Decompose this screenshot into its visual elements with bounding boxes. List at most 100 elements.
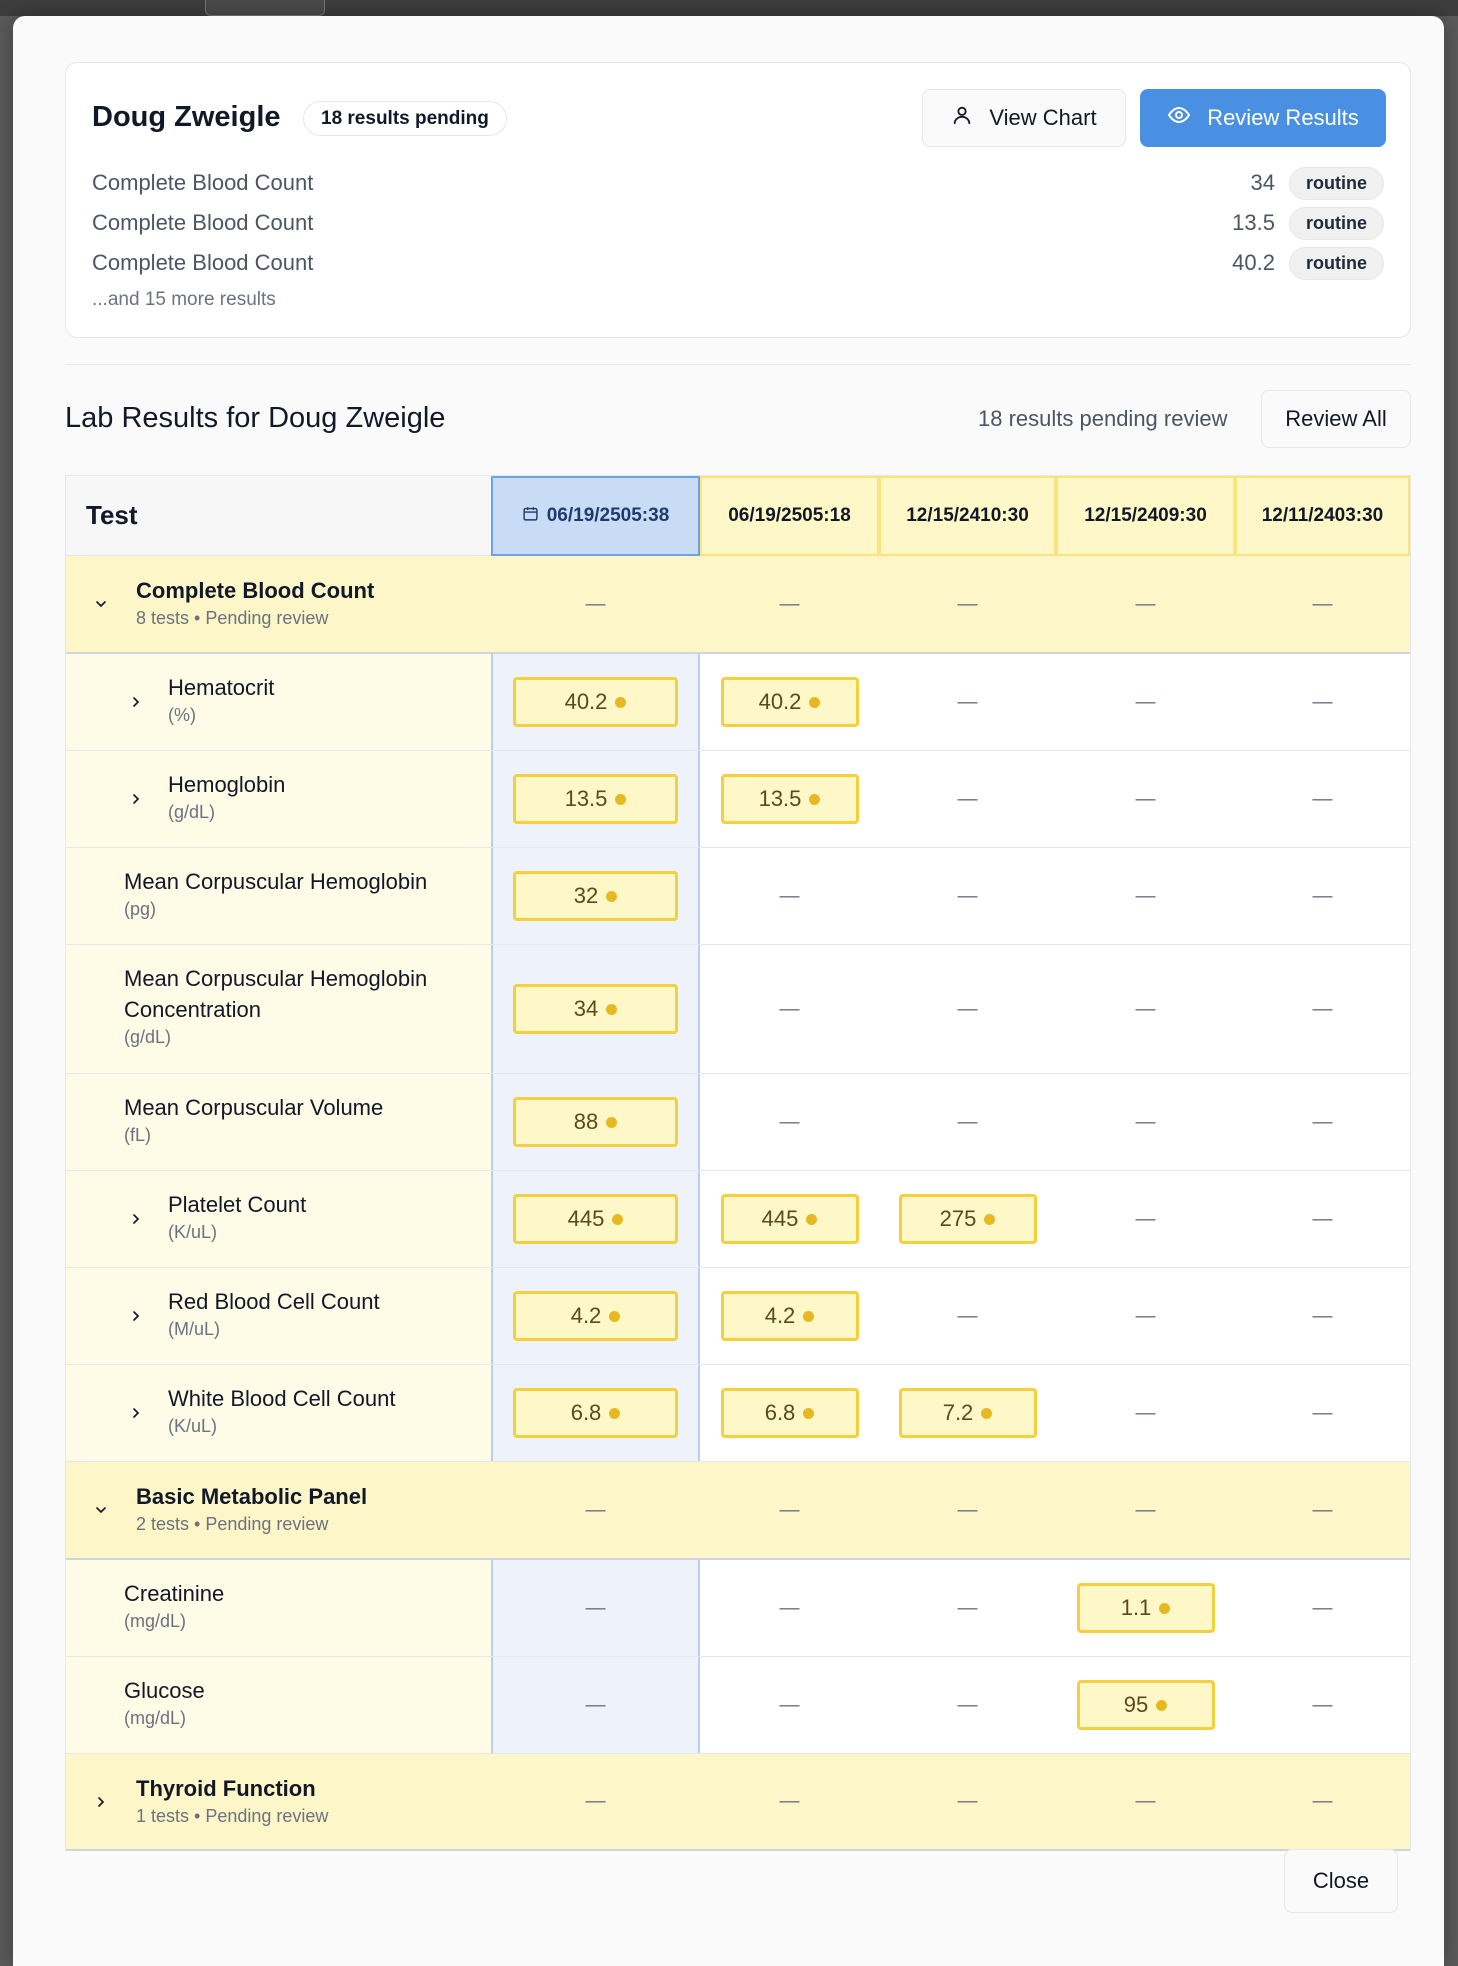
empty-cell: — [1135, 1498, 1156, 1521]
chevron-down-icon[interactable] [90, 593, 112, 615]
result-cell[interactable]: 95 [1056, 1657, 1235, 1753]
result-cell[interactable]: 445 [700, 1171, 879, 1267]
summary-row-label: Complete Blood Count [92, 170, 314, 195]
chevron-right-icon[interactable] [126, 789, 146, 809]
group-title-cell: Basic Metabolic Panel 2 tests • Pending … [66, 1462, 491, 1558]
group-row-complete-blood-count[interactable]: Complete Blood Count 8 tests • Pending r… [66, 556, 1410, 654]
result-cell[interactable]: 88 [491, 1074, 700, 1170]
date-header-label: 06/19/2505:38 [546, 505, 670, 526]
empty-cell: — [1135, 1304, 1156, 1327]
table-row-platelet-count: Platelet Count (K/uL) 445 445 275 — — [66, 1171, 1410, 1268]
empty-cell: — [585, 1498, 606, 1521]
user-icon [951, 104, 973, 132]
lab-results-modal: Doug Zweigle 18 results pending View Cha… [13, 16, 1444, 1966]
table-row-mean-corpuscular-volume: Mean Corpuscular Volume (fL) 88 — — — — [66, 1074, 1410, 1171]
pending-dot-icon [1156, 1699, 1168, 1711]
test-column-header: Test [66, 476, 491, 555]
group-row-basic-metabolic-panel[interactable]: Basic Metabolic Panel 2 tests • Pending … [66, 1462, 1410, 1560]
result-cell[interactable]: 445 [491, 1171, 700, 1267]
chevron-right-icon[interactable] [126, 1403, 146, 1423]
priority-badge: routine [1289, 206, 1384, 240]
date-column-header[interactable]: 12/11/2403:30 [1235, 476, 1410, 556]
table-row-creatinine: Creatinine (mg/dL) — — — 1.1 — [66, 1560, 1410, 1657]
result-cell[interactable]: 1.1 [1056, 1560, 1235, 1656]
result-cell[interactable]: 6.8 [700, 1365, 879, 1461]
empty-cell: — [957, 787, 978, 810]
test-unit: (%) [168, 705, 196, 725]
empty-cell: — [957, 592, 978, 615]
pending-result-value: 6.8 [720, 1388, 859, 1438]
pending-count-badge: 18 results pending [303, 101, 507, 136]
pending-result-value: 95 [1076, 1680, 1215, 1730]
test-unit: (M/uL) [168, 1319, 221, 1339]
empty-cell: — [1312, 884, 1333, 907]
group-status: 1 tests • Pending review [136, 1806, 329, 1826]
result-cell[interactable]: 40.2 [700, 654, 879, 750]
pending-dot-icon [809, 696, 821, 708]
date-column-header-selected[interactable]: 06/19/2505:38 [491, 476, 700, 556]
pending-result-value: 445 [720, 1194, 859, 1244]
table-row-white-blood-cell-count: White Blood Cell Count (K/uL) 6.8 6.8 7.… [66, 1365, 1410, 1462]
result-cell[interactable]: 4.2 [491, 1268, 700, 1364]
pending-dot-icon [981, 1407, 993, 1419]
date-header-label: 12/11/2403:30 [1261, 505, 1384, 526]
test-name-cell: Hematocrit (%) [66, 654, 491, 750]
date-column-header[interactable]: 06/19/2505:18 [700, 476, 879, 556]
test-name: Creatinine [124, 1581, 225, 1606]
pending-result-value: 4.2 [720, 1291, 859, 1341]
view-chart-button[interactable]: View Chart [922, 89, 1126, 147]
pending-dot-icon [606, 890, 618, 902]
result-cell[interactable]: 275 [879, 1171, 1056, 1267]
result-cell[interactable]: 34 [491, 945, 700, 1073]
result-cell[interactable]: 6.8 [491, 1365, 700, 1461]
review-all-button[interactable]: Review All [1261, 390, 1411, 448]
empty-cell: — [957, 997, 978, 1020]
pending-result-value: 4.2 [513, 1291, 678, 1341]
date-column-header[interactable]: 12/15/2410:30 [879, 476, 1056, 556]
empty-cell: — [1312, 1110, 1333, 1133]
group-row-thyroid-function[interactable]: Thyroid Function 1 tests • Pending revie… [66, 1754, 1410, 1851]
group-name: Complete Blood Count [136, 578, 375, 603]
result-cell[interactable]: 7.2 [879, 1365, 1056, 1461]
group-name: Thyroid Function [136, 1776, 316, 1801]
test-name: Platelet Count [168, 1192, 307, 1217]
pending-result-value: 13.5 [513, 774, 678, 824]
result-cell[interactable]: 13.5 [700, 751, 879, 847]
pending-dot-icon [1159, 1602, 1171, 1614]
pending-dot-icon [609, 1407, 621, 1419]
pending-dot-icon [806, 1213, 818, 1225]
result-cell[interactable]: 32 [491, 848, 700, 944]
group-title-cell: Complete Blood Count 8 tests • Pending r… [66, 556, 491, 652]
chevron-right-icon[interactable] [90, 1791, 112, 1813]
pending-dot-icon [615, 793, 627, 805]
chevron-down-icon[interactable] [90, 1499, 112, 1521]
pending-dot-icon [606, 1003, 618, 1015]
date-header-label: 12/15/2409:30 [1084, 505, 1207, 526]
result-cell[interactable]: 13.5 [491, 751, 700, 847]
summary-row: Complete Blood Count 13.5 routine [92, 205, 1384, 241]
chevron-right-icon[interactable] [126, 1306, 146, 1326]
empty-cell: — [585, 1790, 606, 1812]
date-header-label: 12/15/2410:30 [906, 505, 1029, 526]
empty-cell: — [1135, 690, 1156, 713]
pending-dot-icon [809, 793, 821, 805]
empty-cell: — [957, 1693, 978, 1716]
test-name: Red Blood Cell Count [168, 1289, 380, 1314]
close-button[interactable]: Close [1284, 1849, 1398, 1913]
pending-dot-icon [609, 1310, 621, 1322]
chevron-right-icon[interactable] [126, 1209, 146, 1229]
result-cell[interactable]: 40.2 [491, 654, 700, 750]
result-cell[interactable]: 4.2 [700, 1268, 879, 1364]
date-column-header[interactable]: 12/15/2409:30 [1056, 476, 1235, 556]
summary-row-value: 13.5 [1232, 210, 1275, 235]
group-status: 8 tests • Pending review [136, 608, 329, 628]
table-row-hemoglobin: Hemoglobin (g/dL) 13.5 13.5 — — — [66, 751, 1410, 848]
test-name: White Blood Cell Count [168, 1386, 396, 1411]
review-results-button[interactable]: Review Results [1140, 89, 1386, 147]
empty-cell: — [779, 1110, 800, 1133]
table-row-glucose: Glucose (mg/dL) — — — 95 — [66, 1657, 1410, 1754]
empty-cell: — [1135, 592, 1156, 615]
table-row-hematocrit: Hematocrit (%) 40.2 40.2 — — — [66, 654, 1410, 751]
chevron-right-icon[interactable] [126, 692, 146, 712]
group-status: 2 tests • Pending review [136, 1514, 329, 1534]
